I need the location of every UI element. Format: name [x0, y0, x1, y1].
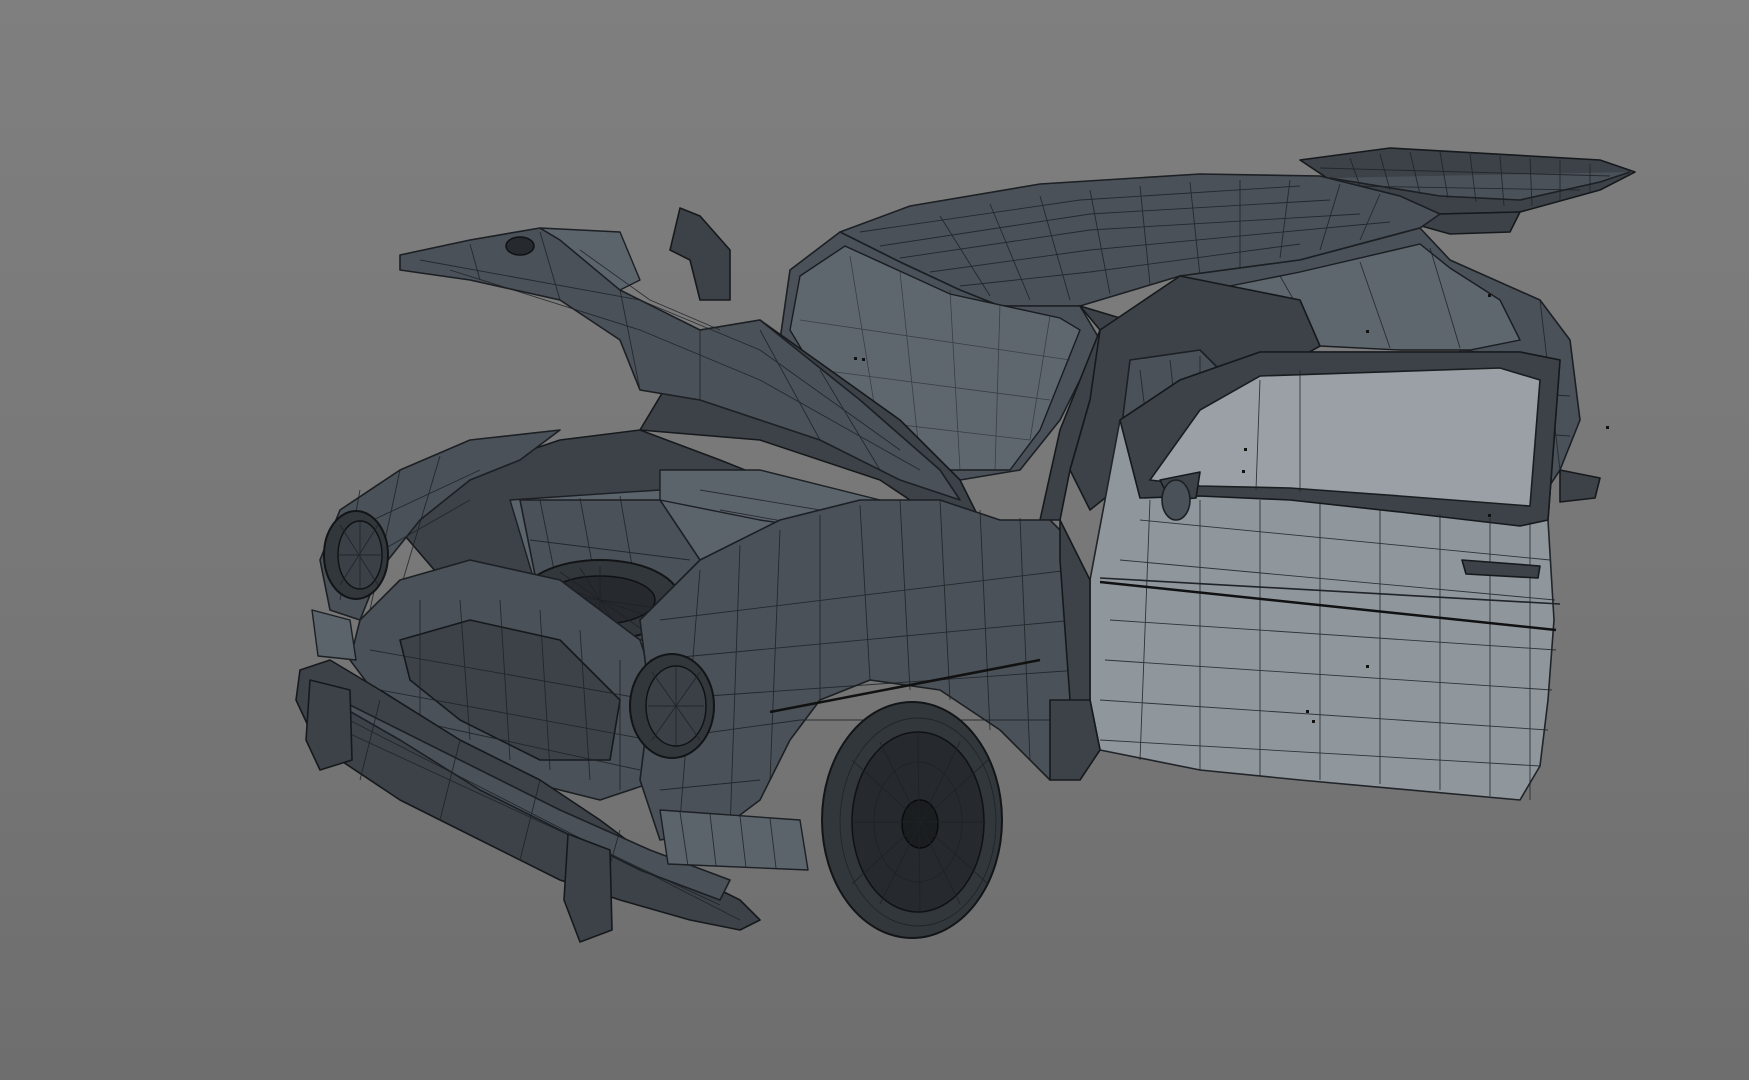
turn-signal-right — [659, 809, 809, 871]
driver-door-open — [1059, 351, 1561, 801]
3d-viewport[interactable] — [0, 0, 1749, 1080]
turn-signal-left — [311, 609, 357, 661]
headlight-left — [323, 510, 389, 600]
bumper-guard-left — [305, 679, 353, 771]
bumper-guard-right — [563, 833, 613, 943]
hood-emblem — [505, 236, 535, 256]
hood-hinge — [669, 207, 731, 301]
headlight-right — [629, 653, 715, 759]
car-model-render[interactable] — [0, 0, 1749, 1080]
lower-body — [1049, 699, 1101, 781]
front-wheel — [821, 701, 1003, 939]
